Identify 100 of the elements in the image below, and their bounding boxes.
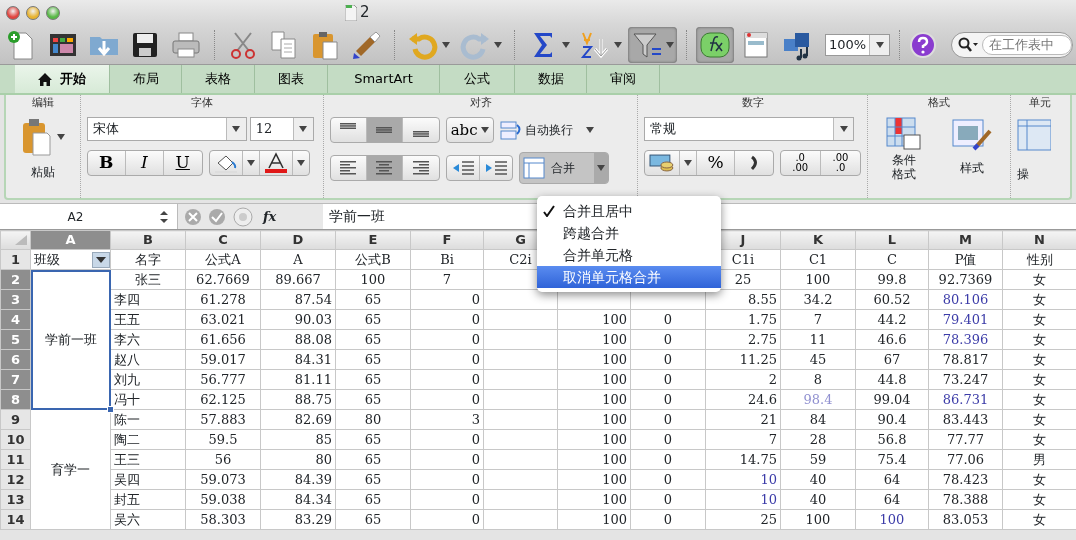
row-header[interactable]: 12 <box>0 469 31 490</box>
caret-icon[interactable] <box>562 41 570 48</box>
help-icon[interactable] <box>909 30 938 59</box>
caret-icon[interactable] <box>839 126 848 132</box>
caret-icon[interactable] <box>480 127 489 133</box>
function-button[interactable] <box>696 26 734 63</box>
filter-dropdown[interactable] <box>92 251 110 268</box>
conditional-format-button[interactable]: 条件格式 <box>886 117 923 194</box>
caret-icon[interactable] <box>596 165 605 171</box>
paste-button[interactable] <box>20 117 65 157</box>
zoom-icon[interactable] <box>46 5 60 20</box>
table-cell: 89.667 <box>260 269 336 290</box>
table-cell: 25 <box>705 509 781 530</box>
column-header[interactable]: M <box>928 230 1003 250</box>
table-cell: 100 <box>855 509 929 530</box>
group-title: 编辑 <box>30 95 55 111</box>
bold-button[interactable]: B <box>87 151 126 175</box>
table-cell: 65 <box>335 449 411 470</box>
insert-function-button[interactable]: fx <box>263 206 277 227</box>
table-cell: 84.34 <box>260 489 336 510</box>
menu-item[interactable]: 取消单元格合并 <box>537 266 721 288</box>
ribbon-tab[interactable]: 开始 <box>15 65 110 93</box>
table-cell: 40 <box>780 469 856 490</box>
row-header[interactable]: 10 <box>0 429 31 450</box>
table-cell: 100 <box>557 509 631 530</box>
row-header[interactable]: 13 <box>0 489 31 510</box>
zoom-field[interactable]: 100% <box>825 33 891 56</box>
caret-icon[interactable] <box>666 41 674 48</box>
number-format-field[interactable]: 常规 <box>644 117 855 141</box>
horizontal-align-button[interactable] <box>366 156 403 180</box>
caret-icon[interactable] <box>56 134 65 140</box>
column-header[interactable]: L <box>855 230 929 250</box>
table-cell: 75.4 <box>855 449 929 470</box>
vertical-align-button[interactable] <box>366 118 403 142</box>
caret-icon[interactable] <box>296 160 305 166</box>
ribbon-tab[interactable]: SmartArt <box>328 65 440 93</box>
caret-icon[interactable] <box>684 160 693 166</box>
caret-icon[interactable] <box>232 126 241 132</box>
ribbon-tab[interactable]: 审阅 <box>587 65 660 93</box>
column-header[interactable]: K <box>780 230 856 250</box>
ribbon-tab[interactable]: 图表 <box>255 65 328 93</box>
column-header[interactable]: E <box>335 230 411 250</box>
minimize-icon[interactable] <box>26 5 40 20</box>
styles-button[interactable]: 样式 <box>952 117 993 194</box>
table-cell: 吴六 <box>110 509 186 530</box>
caret-icon[interactable] <box>585 127 594 133</box>
close-icon[interactable] <box>6 5 20 20</box>
table-cell: 83.053 <box>928 509 1003 530</box>
table-cell: 65 <box>335 509 411 530</box>
merge-button[interactable]: 合并 <box>518 152 609 184</box>
formula-value: 学前一班 <box>329 207 385 226</box>
row-header[interactable]: 1 <box>0 249 31 270</box>
decrease-decimal-button[interactable]: .00 .0 <box>820 151 861 175</box>
table-cell: 王五 <box>110 309 186 330</box>
filter-button[interactable] <box>628 26 677 63</box>
table-cell: 98.4 <box>780 389 856 410</box>
wrap-text-button[interactable]: 自动换行 <box>499 119 594 141</box>
table-cell: 14.75 <box>705 449 781 470</box>
table-cell: 育学一 <box>51 461 90 477</box>
italic-button[interactable]: I <box>125 151 164 175</box>
caret-icon[interactable] <box>299 126 308 132</box>
table-cell: 100 <box>557 409 631 430</box>
row-header[interactable]: 14 <box>0 509 31 530</box>
caret-icon[interactable] <box>494 41 502 48</box>
caret-icon[interactable] <box>246 160 255 166</box>
table-cell: 60.52 <box>855 289 929 310</box>
column-header[interactable]: B <box>110 230 186 250</box>
increase-decimal-button[interactable]: .0 .00 <box>780 151 821 175</box>
font-name-field[interactable]: 宋体 <box>86 117 247 141</box>
row-header[interactable]: 11 <box>0 449 31 470</box>
table-cell: 59.038 <box>185 489 261 510</box>
cells-button[interactable]: 操 <box>1017 117 1051 194</box>
column-header[interactable]: D <box>260 230 336 250</box>
table-cell-text: 班级 <box>34 250 61 269</box>
font-size-field[interactable]: 12 <box>249 117 314 141</box>
caret-icon[interactable] <box>875 41 884 48</box>
search-field[interactable]: 在工作表中 <box>951 31 1073 58</box>
row-header[interactable]: 9 <box>0 409 31 430</box>
percent-button[interactable]: % <box>697 151 735 175</box>
underline-button[interactable]: U <box>163 151 202 175</box>
column-header[interactable]: C <box>185 230 261 250</box>
column-header[interactable]: F <box>410 230 484 250</box>
caret-icon[interactable] <box>614 41 622 48</box>
table-cell: 90.03 <box>260 309 336 330</box>
caret-icon[interactable] <box>442 41 450 48</box>
orientation-button[interactable]: abc <box>446 118 493 142</box>
menu-item[interactable]: 合并且居中 <box>537 200 721 222</box>
table-cell: 0 <box>630 429 706 450</box>
table-cell: 85 <box>260 429 336 450</box>
table-cell: 李六 <box>110 329 186 350</box>
fill-handle[interactable] <box>107 406 114 413</box>
table-cell: 34.2 <box>780 289 856 310</box>
table-cell: A <box>260 249 336 270</box>
ribbon-tab[interactable]: 表格 <box>182 65 255 93</box>
table-cell: 64 <box>855 469 929 490</box>
align-lines-icon <box>410 159 431 177</box>
ribbon-tab[interactable]: 数据 <box>515 65 587 93</box>
ribbon-tab[interactable]: 布局 <box>110 65 182 93</box>
column-header[interactable]: N <box>1002 230 1076 250</box>
ribbon-tab[interactable]: 公式 <box>440 65 515 93</box>
